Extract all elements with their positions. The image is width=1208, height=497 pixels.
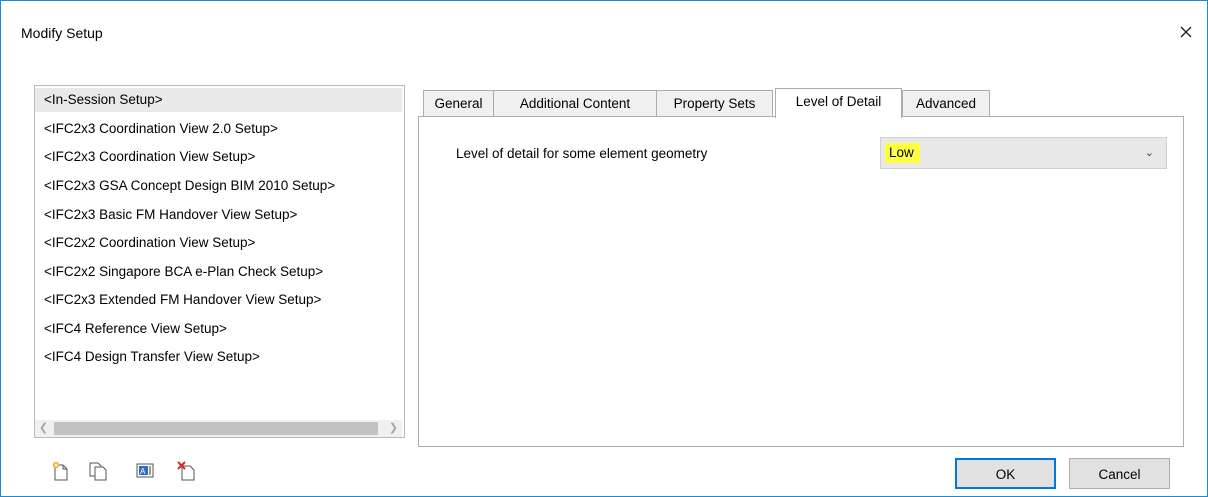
dialog-title: Modify Setup	[21, 25, 103, 41]
setup-list-item[interactable]: <IFC2x3 Extended FM Handover View Setup>	[35, 288, 402, 312]
setup-list-item[interactable]: <IFC2x3 Coordination View Setup>	[35, 145, 402, 169]
cancel-button[interactable]: Cancel	[1069, 458, 1170, 489]
level-of-detail-select[interactable]: Low ⌄	[880, 137, 1167, 169]
ok-button[interactable]: OK	[955, 458, 1056, 489]
setup-list-item[interactable]: <In-Session Setup>	[35, 88, 402, 112]
chevron-down-icon: ⌄	[1144, 147, 1154, 159]
tab-property-sets[interactable]: Property Sets	[656, 90, 773, 116]
level-of-detail-panel: Level of detail for some element geometr…	[418, 116, 1184, 447]
level-of-detail-label: Level of detail for some element geometr…	[456, 146, 708, 161]
tab-advanced[interactable]: Advanced	[902, 90, 990, 116]
title-bar: Modify Setup	[1, 1, 1207, 67]
close-button[interactable]	[1173, 19, 1199, 45]
close-icon	[1180, 26, 1192, 38]
setup-list-item[interactable]: <IFC2x2 Coordination View Setup>	[35, 231, 402, 255]
new-setup-icon[interactable]	[51, 461, 71, 481]
delete-setup-icon[interactable]	[177, 461, 197, 481]
rename-setup-icon[interactable]: A	[135, 461, 155, 481]
modify-setup-dialog: Modify Setup <In-Session Setup> <IFC2x3 …	[0, 0, 1208, 497]
svg-text:A: A	[140, 467, 146, 476]
setup-list-item[interactable]: <IFC2x3 Basic FM Handover View Setup>	[35, 203, 402, 227]
scrollbar-thumb[interactable]	[54, 422, 378, 435]
tab-general[interactable]: General	[423, 90, 494, 116]
tab-additional-content[interactable]: Additional Content	[493, 90, 657, 116]
tab-level-of-detail[interactable]: Level of Detail	[775, 88, 902, 118]
duplicate-setup-icon[interactable]	[88, 461, 108, 481]
setup-list-item[interactable]: <IFC2x3 Coordination View 2.0 Setup>	[35, 117, 402, 141]
setup-list-item[interactable]: <IFC2x2 Singapore BCA e-Plan Check Setup…	[35, 260, 402, 284]
horizontal-scrollbar[interactable]: ❮ ❯	[35, 420, 402, 437]
scroll-right-icon[interactable]: ❯	[385, 420, 402, 437]
level-of-detail-value: Low	[885, 143, 920, 163]
setup-list-item[interactable]: <IFC2x3 GSA Concept Design BIM 2010 Setu…	[35, 174, 402, 198]
setup-list[interactable]: <In-Session Setup> <IFC2x3 Coordination …	[34, 85, 405, 438]
scroll-left-icon[interactable]: ❮	[35, 420, 52, 437]
setup-list-item[interactable]: <IFC4 Reference View Setup>	[35, 317, 402, 341]
setup-list-item[interactable]: <IFC4 Design Transfer View Setup>	[35, 345, 402, 369]
